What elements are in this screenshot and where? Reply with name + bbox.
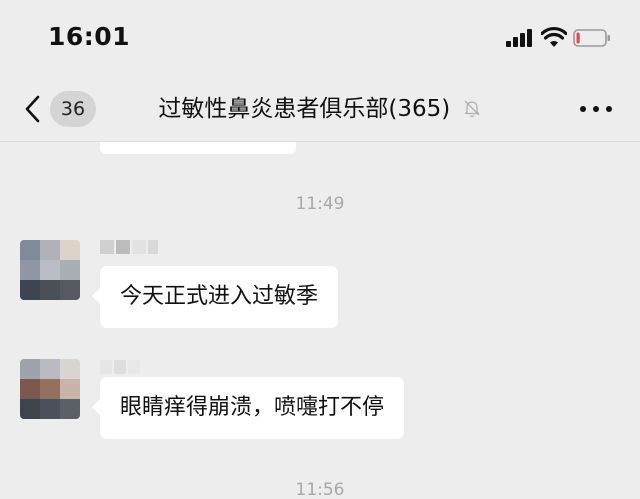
status-time: 16:01 <box>48 22 131 51</box>
sender-name <box>100 360 142 378</box>
status-bar: 16:01 <box>0 0 640 76</box>
sender-avatar[interactable] <box>20 359 80 419</box>
sender-avatar[interactable] <box>20 240 80 300</box>
more-icon[interactable] <box>580 106 612 112</box>
chat-title-row[interactable]: 过敏性鼻炎患者俱乐部(365) <box>0 93 640 125</box>
signal-icon <box>506 29 534 47</box>
message-bubble[interactable]: 眼睛痒得崩溃，喷嚏打不停 <box>91 377 405 439</box>
chat-screen: 16:01 36 过敏性鼻炎患者俱乐部(365) 11:49 今天正式进入过敏季… <box>0 0 640 499</box>
nav-bar: 36 过敏性鼻炎患者俱乐部(365) <box>0 76 640 142</box>
message-text: 今天正式进入过敏季 <box>120 284 319 309</box>
message-timestamp: 11:49 <box>295 194 345 214</box>
mute-bell-icon <box>464 100 480 117</box>
battery-icon <box>573 29 610 47</box>
message-timestamp: 11:56 <box>295 480 345 499</box>
nav-divider <box>0 141 640 142</box>
message-bubble[interactable]: 今天正式进入过敏季 <box>91 266 339 328</box>
previous-message-bubble[interactable] <box>100 142 296 154</box>
wifi-icon <box>541 26 567 47</box>
sender-name <box>100 240 160 258</box>
message-text: 眼睛痒得崩溃，喷嚏打不停 <box>120 395 385 420</box>
chat-title: 过敏性鼻炎患者俱乐部(365) <box>158 96 451 122</box>
